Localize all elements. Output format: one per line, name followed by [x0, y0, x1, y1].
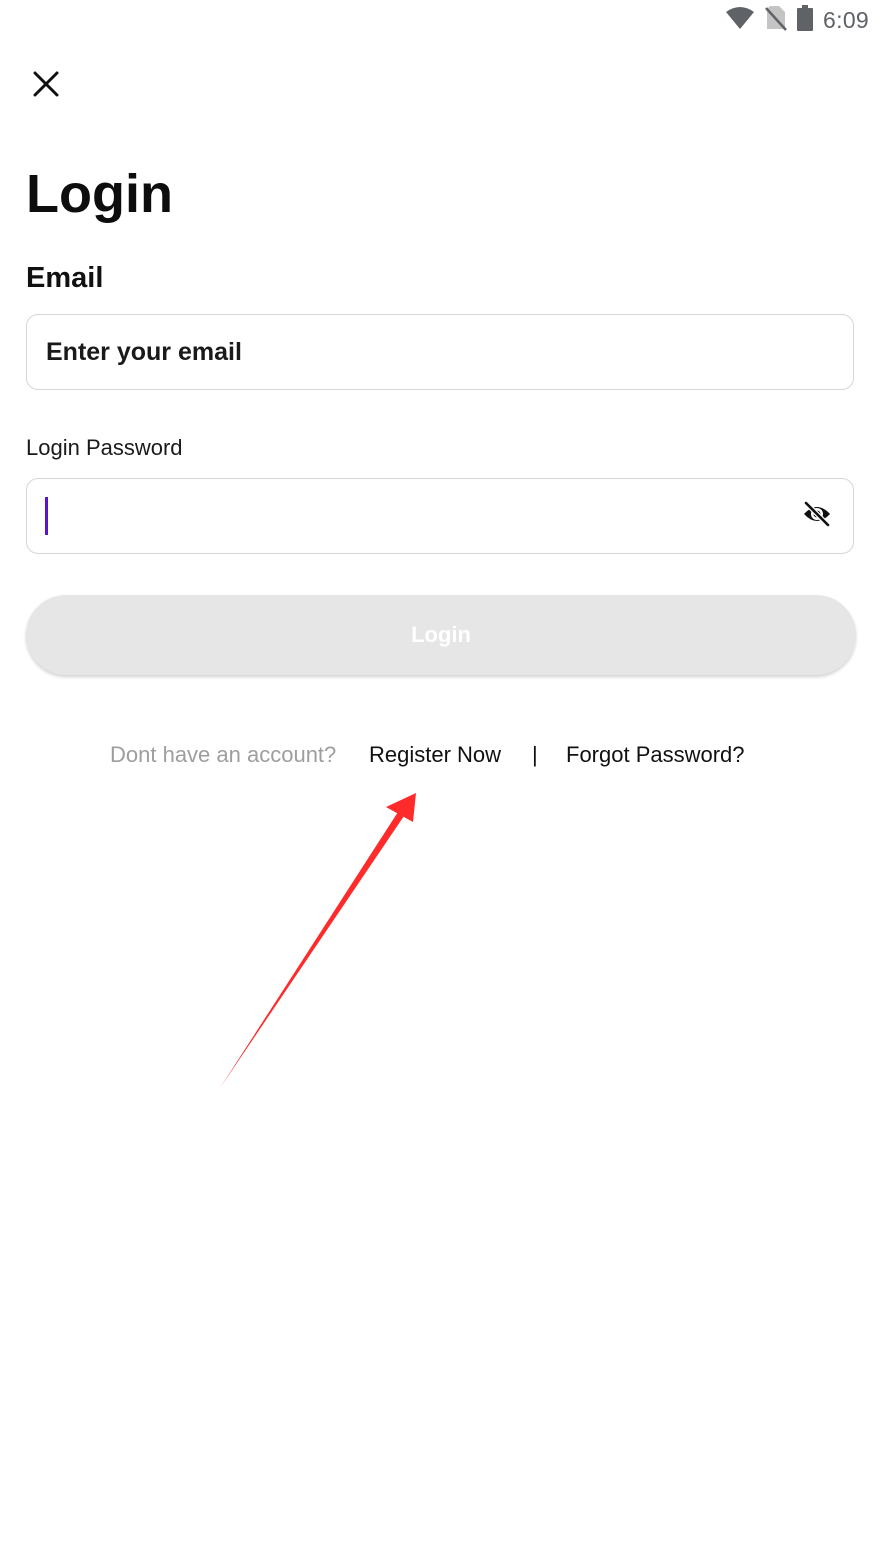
status-time: 6:09: [823, 6, 869, 33]
email-input[interactable]: [46, 315, 826, 389]
email-field-container: [26, 314, 854, 390]
forgot-password-link[interactable]: Forgot Password?: [566, 740, 745, 770]
page-title: Login: [26, 164, 173, 224]
battery-icon: [797, 4, 814, 36]
link-divider: |: [532, 742, 538, 767]
password-visibility-toggle[interactable]: [801, 500, 833, 532]
no-sim-icon: [765, 5, 787, 36]
annotation-arrow-head: [386, 793, 416, 822]
annotation-arrow-shaft: [220, 812, 404, 1088]
status-bar: 6:09: [0, 0, 881, 40]
register-now-link[interactable]: Register Now: [369, 740, 501, 770]
text-cursor: [45, 497, 48, 535]
status-icons: 6:09: [725, 4, 869, 36]
email-label: Email: [26, 262, 104, 294]
close-button[interactable]: [26, 66, 66, 106]
login-button[interactable]: Login: [26, 595, 856, 675]
auth-links: Dont have an account? Register Now | For…: [0, 740, 881, 770]
wifi-icon: [725, 6, 755, 35]
eye-off-icon: [802, 500, 832, 532]
password-label: Login Password: [26, 435, 183, 460]
no-account-text: Dont have an account?: [110, 742, 337, 767]
close-icon: [33, 71, 59, 102]
annotation-arrow: [220, 793, 416, 1088]
password-input[interactable]: [26, 478, 854, 554]
